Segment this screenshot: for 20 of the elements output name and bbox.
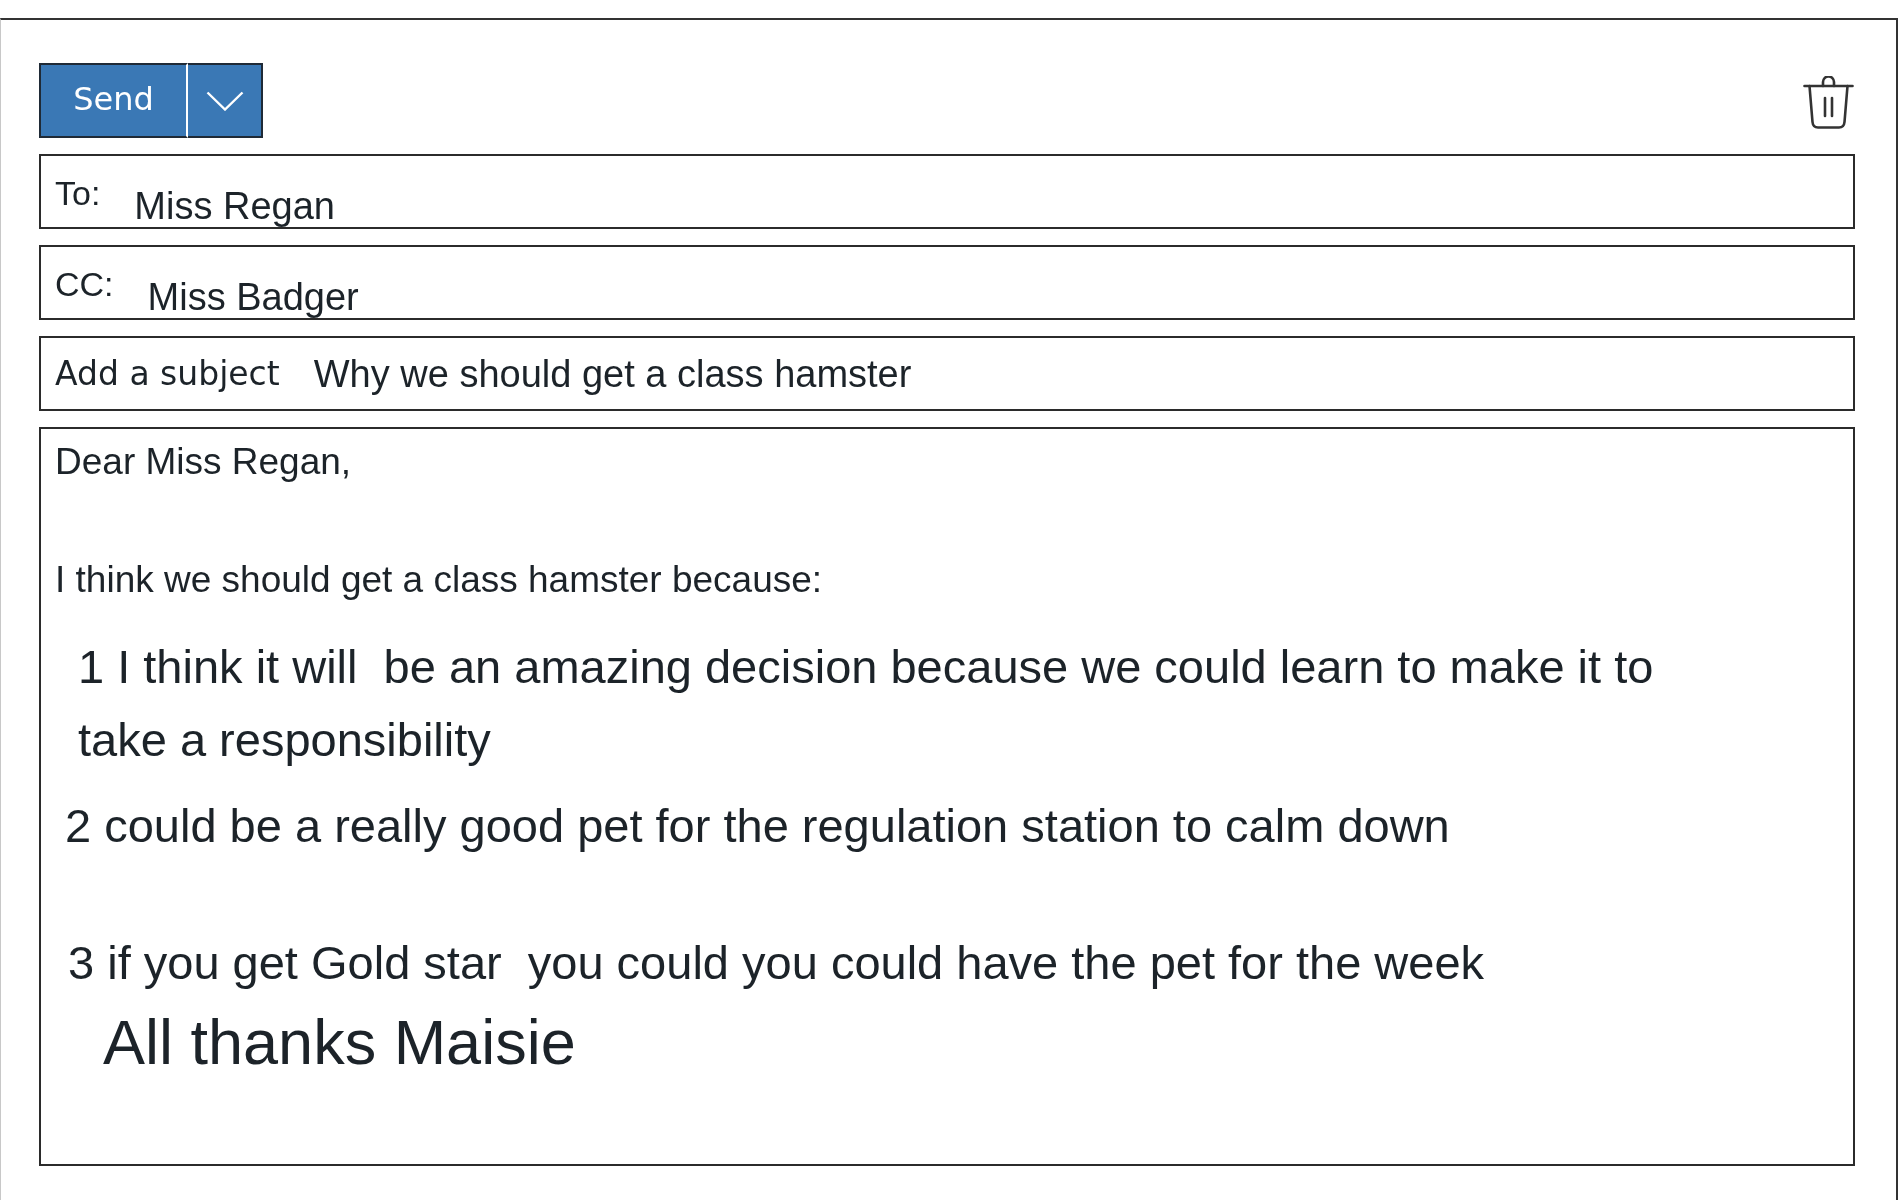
intro-text: I think we should get a class hamster because:: [55, 558, 823, 602]
greeting-text: Dear Miss Regan,: [55, 440, 352, 484]
field-label: Add a subject: [55, 354, 280, 393]
trash-icon[interactable]: [1803, 76, 1854, 129]
field-label: CC:: [55, 265, 114, 304]
closing-text: All thanks Maisie: [102, 1006, 576, 1079]
dropdown-button[interactable]: [188, 63, 263, 138]
recipient-field[interactable]: To: Miss Regan: [39, 154, 1855, 229]
list-point-text: 2 could be a really good pet for the regulation station to calm down: [64, 798, 1450, 854]
send-button[interactable]: Send: [39, 63, 188, 138]
field-value: Miss Badger: [147, 275, 359, 319]
list-point-text: 1 I think it will be an amazing decision because we could learn to make it to take a responsibility: [77, 639, 1654, 768]
field-label: To:: [55, 174, 101, 213]
subject-field[interactable]: Add a subject Why we should get a class hamster: [39, 336, 1855, 411]
list-point-text: 3 if you get Gold star you could you could have the pet for the week: [67, 935, 1485, 991]
message-body-field[interactable]: [39, 427, 1855, 1166]
chevron-down-icon: [205, 90, 244, 111]
field-value: Why we should get a class hamster: [313, 352, 912, 396]
field-value: Miss Regan: [134, 184, 335, 228]
recipient-field[interactable]: CC: Miss Badger: [39, 245, 1855, 320]
